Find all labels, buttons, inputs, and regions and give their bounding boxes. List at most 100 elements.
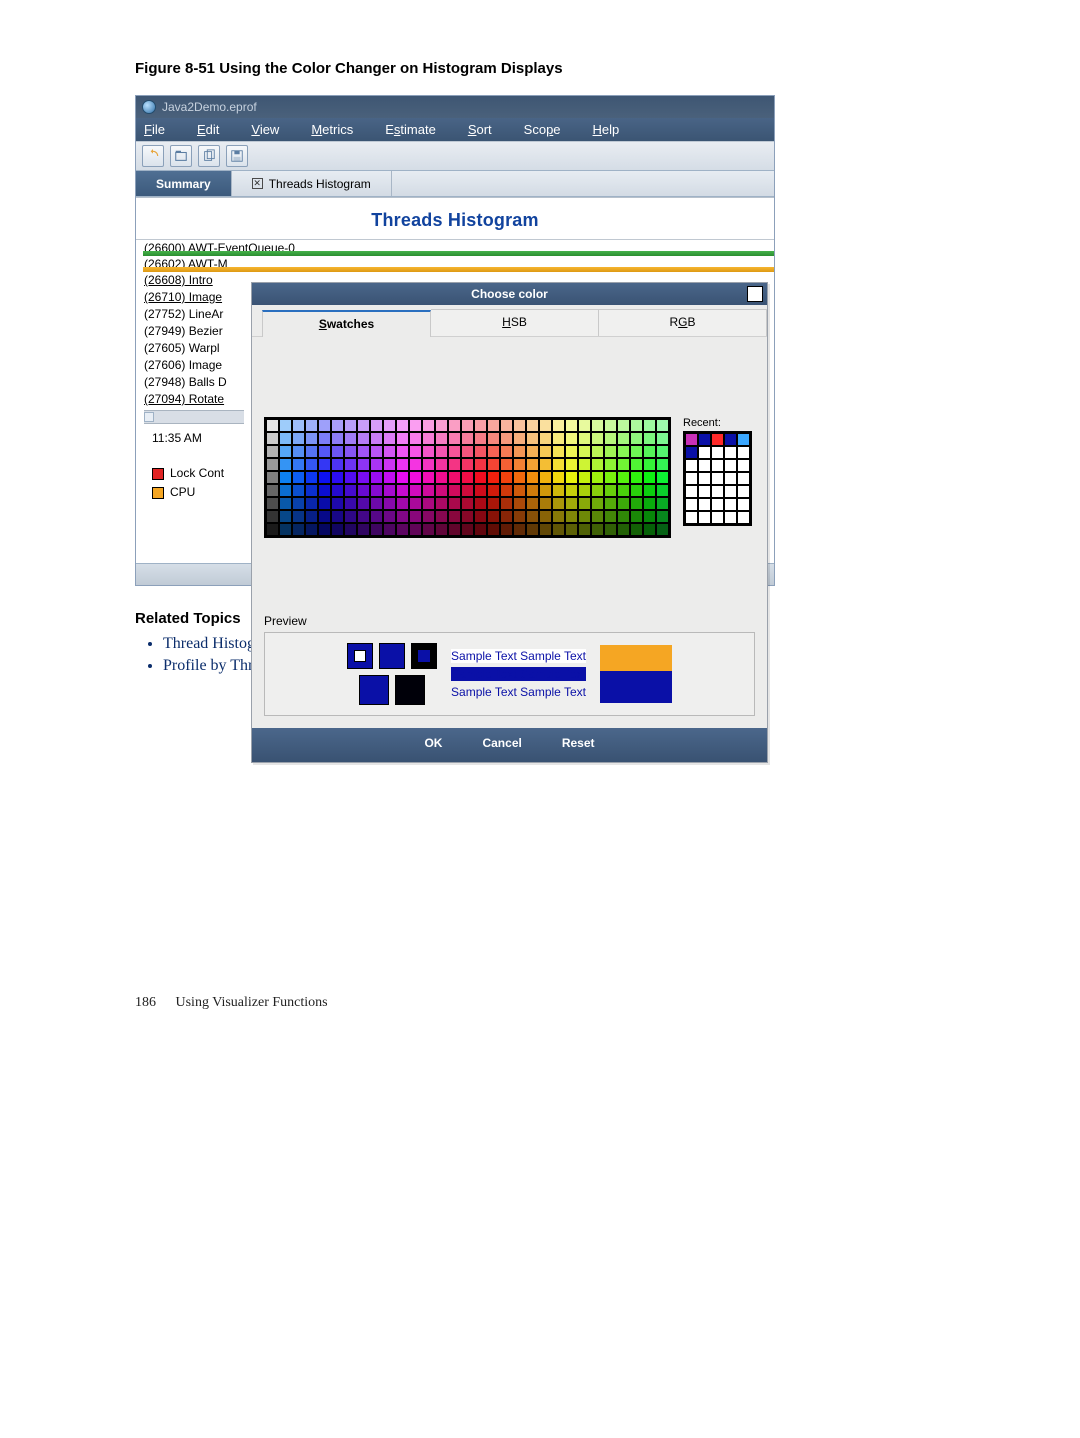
swatch-cell[interactable] bbox=[656, 458, 669, 471]
swatch-cell[interactable] bbox=[565, 471, 578, 484]
swatch-cell[interactable] bbox=[578, 458, 591, 471]
swatch-cell[interactable] bbox=[435, 523, 448, 536]
swatch-cell[interactable] bbox=[513, 445, 526, 458]
recent-swatch-cell[interactable] bbox=[724, 511, 737, 524]
recent-swatch-cell[interactable] bbox=[737, 498, 750, 511]
swatch-cell[interactable] bbox=[370, 458, 383, 471]
thread-label[interactable]: (26710) Image bbox=[144, 289, 244, 306]
swatch-cell[interactable] bbox=[331, 419, 344, 432]
swatch-cell[interactable] bbox=[461, 497, 474, 510]
swatch-cell[interactable] bbox=[305, 471, 318, 484]
swatch-cell[interactable] bbox=[487, 497, 500, 510]
swatch-cell[interactable] bbox=[578, 445, 591, 458]
swatch-cell[interactable] bbox=[474, 432, 487, 445]
swatch-cell[interactable] bbox=[357, 445, 370, 458]
swatch-cell[interactable] bbox=[487, 510, 500, 523]
swatch-cell[interactable] bbox=[513, 432, 526, 445]
swatch-cell[interactable] bbox=[279, 471, 292, 484]
menu-metrics[interactable]: Metrics bbox=[311, 122, 353, 137]
swatch-cell[interactable] bbox=[617, 471, 630, 484]
swatch-cell[interactable] bbox=[357, 497, 370, 510]
swatch-cell[interactable] bbox=[422, 497, 435, 510]
thread-label[interactable]: (27606) Image bbox=[144, 357, 244, 374]
swatch-cell[interactable] bbox=[630, 510, 643, 523]
swatch-cell[interactable] bbox=[526, 523, 539, 536]
swatch-cell[interactable] bbox=[461, 445, 474, 458]
menu-estimate[interactable]: Estimate bbox=[385, 122, 436, 137]
swatch-cell[interactable] bbox=[487, 458, 500, 471]
swatch-cell[interactable] bbox=[474, 445, 487, 458]
swatch-cell[interactable] bbox=[292, 510, 305, 523]
swatch-cell[interactable] bbox=[266, 523, 279, 536]
swatch-cell[interactable] bbox=[565, 523, 578, 536]
swatch-cell[interactable] bbox=[396, 497, 409, 510]
swatch-cell[interactable] bbox=[591, 523, 604, 536]
swatch-cell[interactable] bbox=[630, 432, 643, 445]
swatch-cell[interactable] bbox=[344, 445, 357, 458]
swatch-cell[interactable] bbox=[552, 497, 565, 510]
swatch-cell[interactable] bbox=[617, 432, 630, 445]
swatch-cell[interactable] bbox=[279, 497, 292, 510]
swatch-cell[interactable] bbox=[448, 523, 461, 536]
swatch-cell[interactable] bbox=[591, 432, 604, 445]
swatch-cell[interactable] bbox=[422, 445, 435, 458]
swatch-cell[interactable] bbox=[552, 458, 565, 471]
swatch-cell[interactable] bbox=[500, 471, 513, 484]
menu-view[interactable]: View bbox=[251, 122, 279, 137]
thread-row[interactable]: (26600) AWT-EventQueue-0 bbox=[136, 240, 774, 256]
recent-swatch-cell[interactable] bbox=[698, 511, 711, 524]
swatch-cell[interactable] bbox=[279, 432, 292, 445]
swatch-cell[interactable] bbox=[279, 510, 292, 523]
swatch-cell[interactable] bbox=[461, 458, 474, 471]
swatch-cell[interactable] bbox=[383, 471, 396, 484]
swatch-cell[interactable] bbox=[331, 445, 344, 458]
swatch-cell[interactable] bbox=[409, 432, 422, 445]
tab-rgb[interactable]: RGB bbox=[599, 309, 767, 336]
recent-swatch-cell[interactable] bbox=[711, 472, 724, 485]
swatch-cell[interactable] bbox=[500, 484, 513, 497]
swatch-grid[interactable] bbox=[264, 417, 671, 538]
swatch-cell[interactable] bbox=[344, 497, 357, 510]
swatch-cell[interactable] bbox=[461, 432, 474, 445]
swatch-cell[interactable] bbox=[643, 432, 656, 445]
swatch-cell[interactable] bbox=[370, 471, 383, 484]
swatch-cell[interactable] bbox=[383, 497, 396, 510]
swatch-cell[interactable] bbox=[656, 497, 669, 510]
recent-swatch-cell[interactable] bbox=[711, 485, 724, 498]
swatch-cell[interactable] bbox=[266, 497, 279, 510]
swatch-cell[interactable] bbox=[383, 510, 396, 523]
swatch-cell[interactable] bbox=[435, 510, 448, 523]
swatch-cell[interactable] bbox=[552, 523, 565, 536]
recent-swatch-cell[interactable] bbox=[698, 472, 711, 485]
swatch-cell[interactable] bbox=[474, 510, 487, 523]
swatch-cell[interactable] bbox=[656, 432, 669, 445]
tab-swatches[interactable]: Swatches bbox=[262, 310, 431, 337]
undo-button[interactable] bbox=[142, 145, 164, 167]
swatch-cell[interactable] bbox=[370, 497, 383, 510]
swatch-cell[interactable] bbox=[604, 458, 617, 471]
swatch-cell[interactable] bbox=[630, 523, 643, 536]
reset-button[interactable]: Reset bbox=[562, 736, 595, 750]
swatch-cell[interactable] bbox=[435, 445, 448, 458]
swatch-cell[interactable] bbox=[331, 484, 344, 497]
swatch-cell[interactable] bbox=[552, 445, 565, 458]
swatch-cell[interactable] bbox=[643, 458, 656, 471]
swatch-cell[interactable] bbox=[331, 510, 344, 523]
swatch-cell[interactable] bbox=[331, 432, 344, 445]
swatch-cell[interactable] bbox=[500, 419, 513, 432]
swatch-cell[interactable] bbox=[344, 471, 357, 484]
swatch-cell[interactable] bbox=[396, 432, 409, 445]
recent-swatch-cell[interactable] bbox=[737, 433, 750, 446]
horizontal-scrollbar[interactable] bbox=[144, 410, 244, 424]
swatch-cell[interactable] bbox=[630, 484, 643, 497]
swatch-cell[interactable] bbox=[643, 484, 656, 497]
thread-row[interactable]: (26602) AWT-M bbox=[136, 256, 774, 272]
swatch-cell[interactable] bbox=[292, 471, 305, 484]
swatch-cell[interactable] bbox=[565, 432, 578, 445]
swatch-cell[interactable] bbox=[630, 458, 643, 471]
swatch-cell[interactable] bbox=[578, 471, 591, 484]
swatch-cell[interactable] bbox=[370, 523, 383, 536]
swatch-cell[interactable] bbox=[617, 458, 630, 471]
swatch-cell[interactable] bbox=[305, 510, 318, 523]
swatch-cell[interactable] bbox=[474, 471, 487, 484]
